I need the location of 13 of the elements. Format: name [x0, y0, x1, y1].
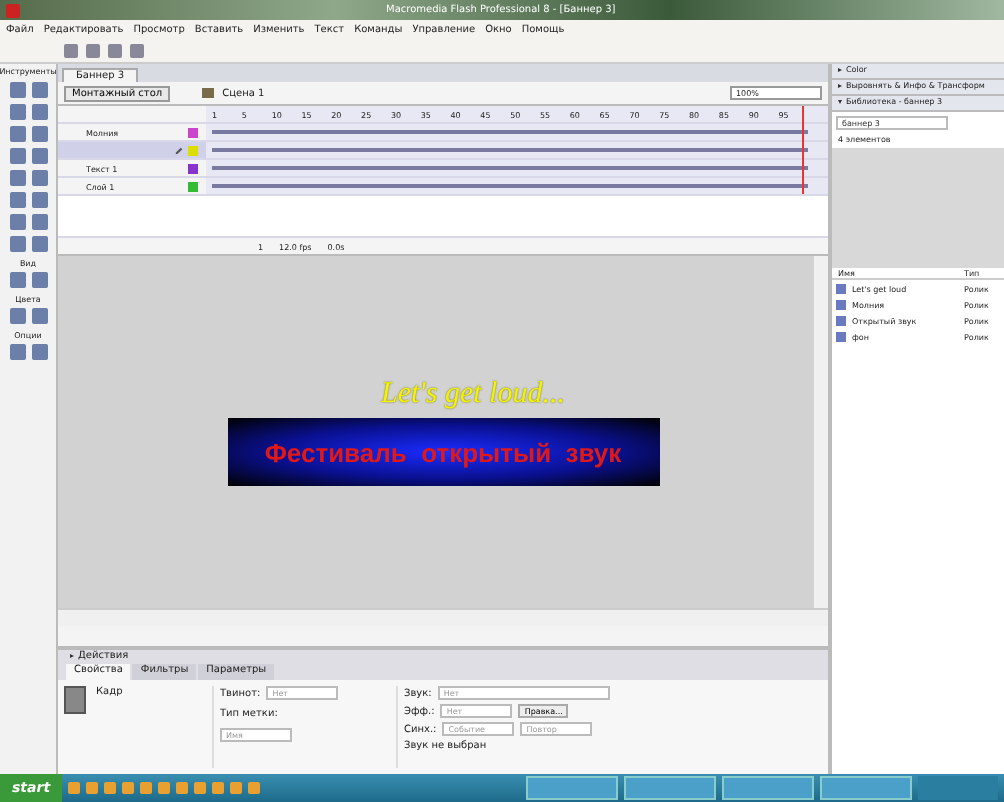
system-tray: [918, 776, 998, 800]
pencil-icon: [174, 145, 184, 155]
headline-text: Let's get loud...: [381, 378, 565, 412]
frame-icon: [64, 686, 86, 714]
taskbar-button[interactable]: [624, 776, 716, 800]
taskbar-button[interactable]: [820, 776, 912, 800]
horizontal-scrollbar[interactable]: [58, 608, 828, 626]
banner: Фестиваль открытый звук: [227, 418, 659, 486]
taskbar-button[interactable]: [526, 776, 618, 800]
taskbar-button[interactable]: [722, 776, 814, 800]
vertical-scrollbar[interactable]: [814, 256, 828, 608]
app-icon: [6, 3, 20, 17]
scene-icon: [202, 88, 215, 98]
